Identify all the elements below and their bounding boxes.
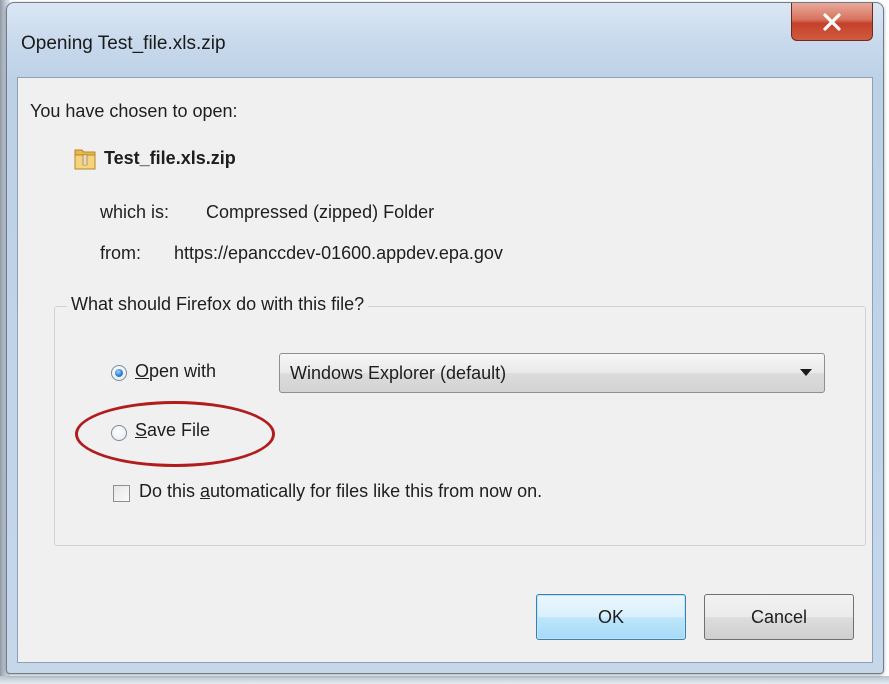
save-file-label-rest: ave File — [147, 420, 211, 440]
dialog-title: Opening Test_file.xls.zip — [21, 33, 226, 54]
save-file-radio[interactable] — [111, 425, 127, 441]
open-with-label-rest: pen with — [149, 361, 217, 381]
title-bar[interactable]: Opening Test_file.xls.zip — [7, 3, 883, 77]
ok-button[interactable]: OK — [536, 594, 686, 640]
cancel-button[interactable]: Cancel — [704, 594, 854, 640]
auto-action-accel: a — [200, 481, 211, 501]
auto-action-label-before: Do this — [139, 481, 201, 501]
open-with-select-value: Windows Explorer (default) — [290, 363, 507, 383]
close-button[interactable] — [791, 3, 873, 41]
open-with-accel: O — [135, 361, 150, 381]
dialog-body: You have chosen to open: Test_file.xls.z… — [17, 77, 873, 663]
auto-action-label[interactable]: Do this automatically for files like thi… — [139, 481, 542, 502]
background-bottom-edge — [0, 676, 889, 684]
intro-text: You have chosen to open: — [30, 101, 238, 121]
file-type-value: Compressed (zipped) Folder — [206, 202, 435, 222]
close-icon — [823, 12, 841, 31]
file-name: Test_file.xls.zip — [104, 148, 236, 168]
open-with-select[interactable]: Windows Explorer (default) — [279, 353, 825, 393]
action-groupbox-legend: What should Firefox do with this file? — [67, 294, 369, 315]
download-dialog: Opening Test_file.xls.zip You have chose… — [6, 2, 884, 674]
source-url: https://epanccdev-01600.appdev.epa.gov — [174, 243, 503, 263]
screen: Opening Test_file.xls.zip You have chose… — [0, 0, 889, 684]
open-with-label[interactable]: Open with — [135, 361, 216, 382]
auto-action-label-after: utomatically for files like this from no… — [210, 481, 543, 501]
zip-folder-icon — [74, 149, 96, 170]
file-type-label: which is: — [100, 202, 170, 222]
auto-action-checkbox[interactable] — [113, 485, 130, 502]
save-file-accel: S — [135, 420, 148, 440]
save-file-label[interactable]: Save File — [135, 420, 210, 441]
dropdown-arrow-icon — [800, 369, 812, 376]
source-label: from: — [100, 243, 142, 263]
action-groupbox: What should Firefox do with this file? O… — [54, 294, 866, 546]
open-with-radio[interactable] — [111, 365, 127, 381]
